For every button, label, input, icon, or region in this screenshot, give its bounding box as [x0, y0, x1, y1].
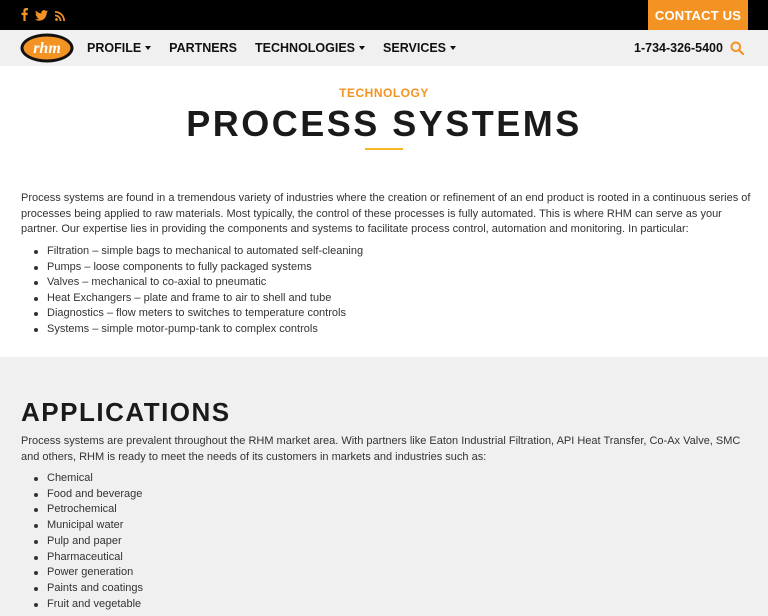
- list-item: Valves – mechanical to co-axial to pneum…: [33, 275, 363, 291]
- applications-list: Chemical Food and beverage Petrochemical…: [33, 471, 143, 613]
- list-item: Pumps – loose components to fully packag…: [33, 260, 363, 276]
- nav-item-label: SERVICES: [383, 41, 447, 55]
- applications-heading: APPLICATIONS: [21, 397, 231, 427]
- nav-item-label: PROFILE: [87, 41, 142, 55]
- list-item: Fruit and vegetable: [33, 597, 143, 613]
- list-item: Heat Exchangers – plate and frame to air…: [33, 291, 363, 307]
- page-eyebrow: TECHNOLOGY: [339, 86, 429, 100]
- list-item: Pulp and paper: [33, 534, 143, 550]
- nav-item-label: TECHNOLOGIES: [255, 41, 356, 55]
- rss-icon[interactable]: [55, 8, 65, 21]
- applications-paragraph: Process systems are prevalent throughout…: [21, 435, 741, 463]
- search-icon[interactable]: [730, 41, 745, 60]
- main-navigation: rhm PROFILE PARTNERS TECHNOLOGIES SERVIC…: [0, 30, 768, 66]
- list-item: Food and beverage: [33, 487, 143, 503]
- nav-item-partners[interactable]: PARTNERS: [169, 41, 237, 55]
- list-item: Pharmaceutical: [33, 550, 143, 566]
- top-bar: CONTACT US: [0, 0, 768, 30]
- list-item: Paints and coatings: [33, 581, 143, 597]
- nav-item-technologies[interactable]: TECHNOLOGIES: [255, 41, 366, 55]
- nav-menu: PROFILE PARTNERS TECHNOLOGIES SERVICES: [87, 30, 474, 66]
- nav-item-services[interactable]: SERVICES: [383, 41, 457, 55]
- svg-text:rhm: rhm: [33, 40, 61, 57]
- phone-number[interactable]: 1-734-326-5400: [634, 41, 723, 55]
- chevron-down-icon: [359, 46, 366, 50]
- list-item: Systems – simple motor-pump-tank to comp…: [33, 322, 363, 338]
- capabilities-list: Filtration – simple bags to mechanical t…: [33, 244, 363, 338]
- list-item: Power generation: [33, 565, 143, 581]
- nav-item-label: PARTNERS: [169, 41, 238, 55]
- nav-item-profile[interactable]: PROFILE: [87, 41, 152, 55]
- list-item: Petrochemical: [33, 502, 143, 518]
- list-item: Diagnostics – flow meters to switches to…: [33, 306, 363, 322]
- list-item: Chemical: [33, 471, 143, 487]
- social-links: [21, 8, 65, 21]
- page-title: PROCESS SYSTEMS: [186, 103, 582, 144]
- contact-us-button[interactable]: CONTACT US: [648, 0, 748, 30]
- rhm-logo[interactable]: rhm: [20, 33, 74, 68]
- intro-paragraph: Process systems are found in a tremendou…: [21, 192, 751, 235]
- twitter-icon[interactable]: [35, 8, 48, 21]
- title-divider: [365, 148, 403, 150]
- chevron-down-icon: [450, 46, 457, 50]
- list-item: Filtration – simple bags to mechanical t…: [33, 244, 363, 260]
- list-item: Municipal water: [33, 518, 143, 534]
- facebook-icon[interactable]: [21, 8, 28, 21]
- chevron-down-icon: [145, 46, 152, 50]
